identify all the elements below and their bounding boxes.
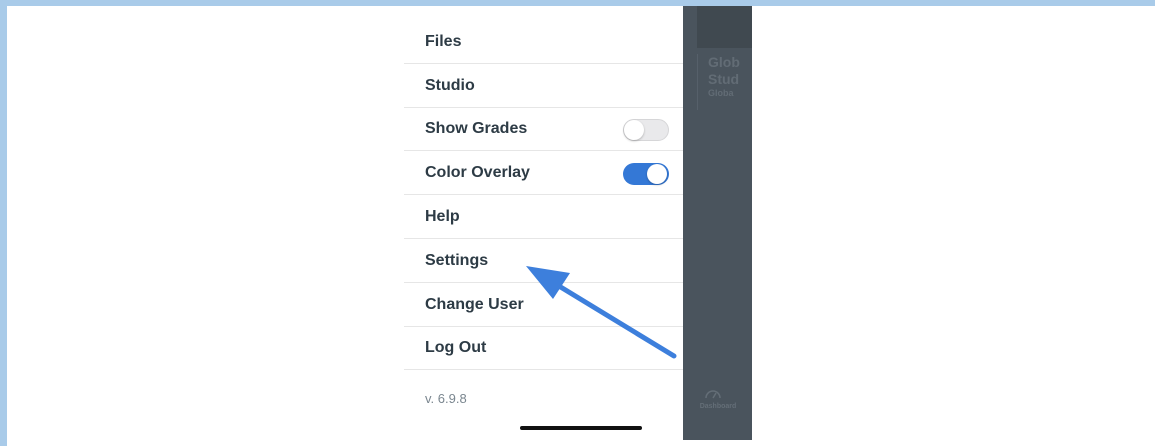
course-card-image [697,6,752,48]
menu-item-files[interactable]: Files [404,20,683,64]
menu-item-color-overlay: Color Overlay [404,151,683,195]
menu-item-label: Color Overlay [425,163,530,181]
menu-item-label: Help [425,207,460,225]
menu-header-cut [425,6,535,10]
course-card-subtitle: Globa [708,88,734,98]
menu-item-label: Show Grades [425,119,528,137]
course-card-title-line2: Stud [708,71,740,87]
menu-item-settings[interactable]: Settings [404,239,683,283]
menu-item-change-user[interactable]: Change User [404,283,683,327]
menu-item-help[interactable]: Help [404,195,683,239]
menu-item-label: Change User [425,295,524,313]
menu-item-label: Files [425,32,462,50]
app-version: v. 6.9.8 [425,391,467,406]
dashboard-icon [705,390,721,399]
course-card-title-line1: Glob [708,54,740,70]
menu-item-label: Settings [425,251,489,269]
home-indicator [520,426,642,430]
course-card: Glob Stud Globa [697,54,752,110]
menu-item-show-grades: Show Grades [404,107,683,151]
color-overlay-toggle[interactable] [623,163,669,185]
menu-item-label: Log Out [425,338,487,356]
menu-item-label: Studio [425,76,475,94]
menu-item-studio[interactable]: Studio [404,64,683,108]
toggle-knob [624,120,644,140]
phone-screen: Files Studio Show Grades Color Overlay H… [404,6,752,440]
menu-item-log-out[interactable]: Log Out [404,326,683,370]
dimmed-background-screen[interactable]: Glob Stud Globa Dashboard [683,6,752,440]
show-grades-toggle[interactable] [623,119,669,141]
side-menu: Files Studio Show Grades Color Overlay H… [404,6,683,440]
toggle-knob [647,164,667,184]
dashboard-tab-label: Dashboard [699,403,737,410]
